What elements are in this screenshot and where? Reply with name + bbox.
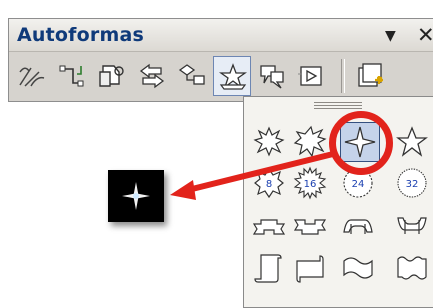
4-point-star-preview-icon bbox=[122, 182, 150, 210]
result-preview bbox=[108, 170, 164, 222]
annotation-arrow bbox=[170, 151, 336, 200]
